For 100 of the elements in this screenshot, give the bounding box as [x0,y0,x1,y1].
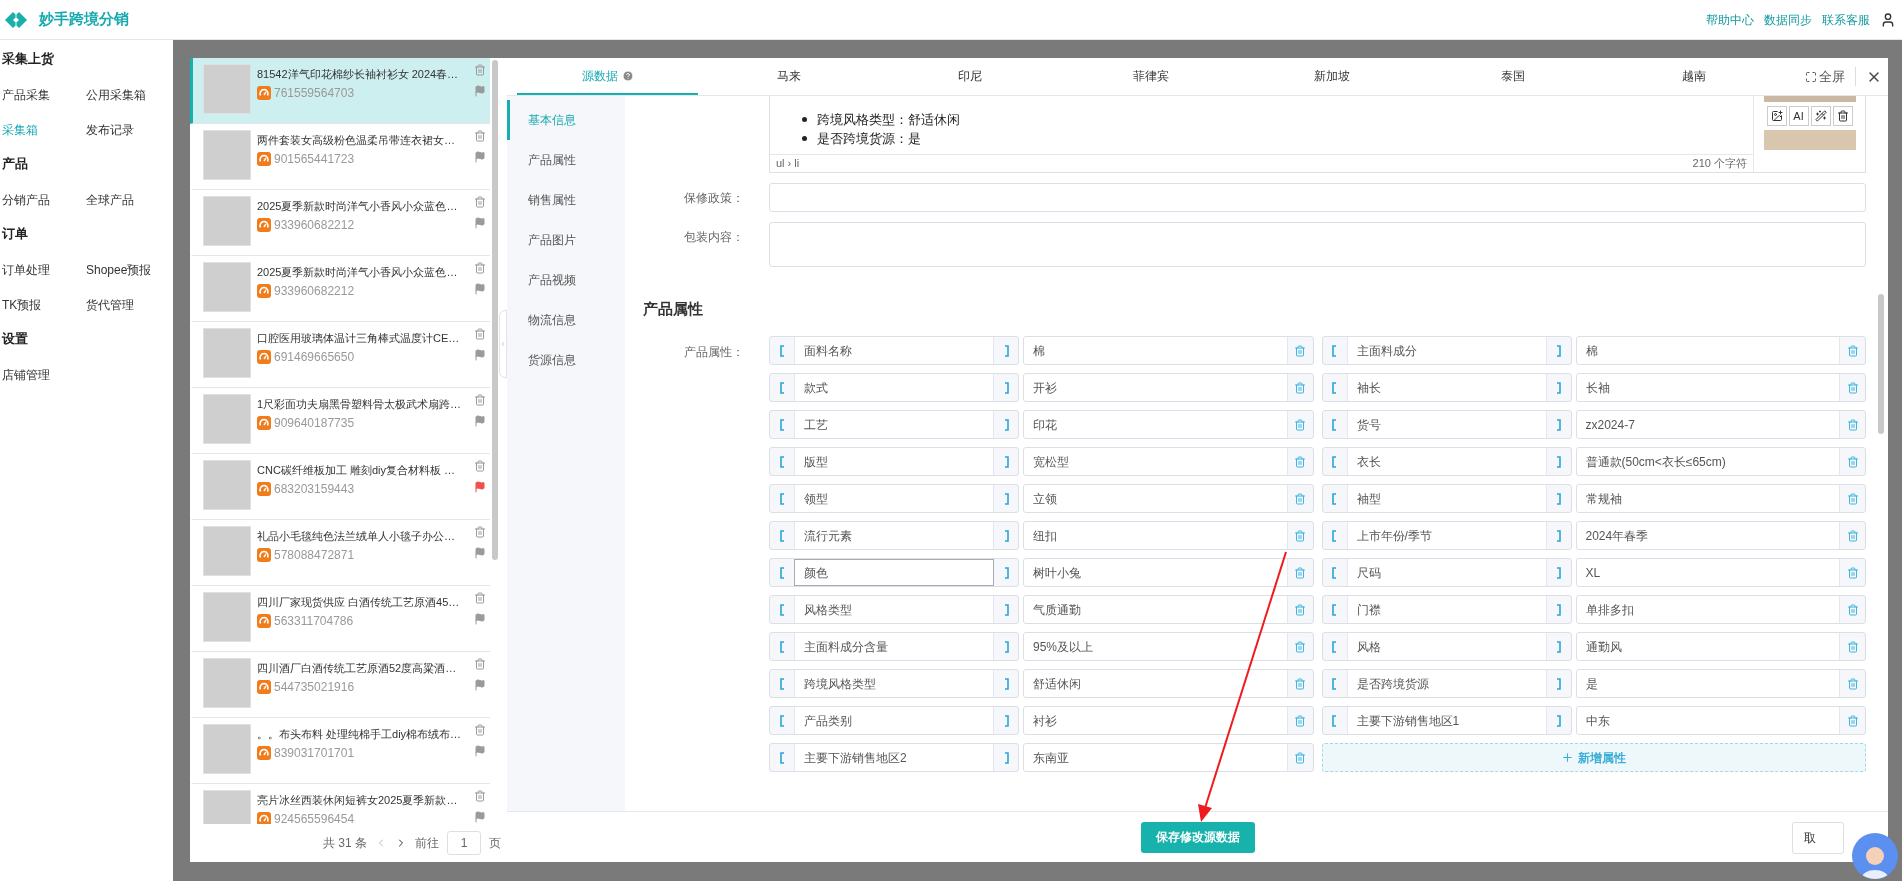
page-field[interactable]: 1 [447,831,481,855]
attribute-value-field[interactable]: 长袖 [1576,374,1839,401]
nav-item[interactable]: 产品属性 [507,140,625,180]
trash-icon[interactable] [473,64,486,76]
nav-item[interactable]: 销售属性 [507,180,625,220]
attribute-value-field[interactable]: 气质通勤 [1024,596,1287,623]
sidebar-item[interactable]: Shopee预报 [86,260,152,279]
cancel-button[interactable]: 取 [1792,822,1844,854]
nav-item[interactable]: 货源信息 [507,340,625,380]
flag-icon[interactable] [473,811,486,823]
trash-icon[interactable] [473,328,486,340]
attribute-value-field[interactable]: 树叶小兔 [1024,559,1287,586]
flag-icon[interactable] [473,151,486,163]
nav-item[interactable]: 产品视频 [507,260,625,300]
collapse-handle[interactable] [499,310,507,378]
header-link[interactable]: 数据同步 [1764,10,1812,29]
sidebar-item[interactable]: 产品采集 [2,85,50,104]
sidebar-item[interactable]: 发布记录 [86,120,134,139]
trash-icon[interactable] [473,790,486,802]
attribute-name-field[interactable]: 工艺 [794,411,994,438]
attribute-value-field[interactable]: 单排多扣 [1576,596,1839,623]
attribute-value-field[interactable]: 棉 [1024,337,1287,364]
flag-icon[interactable] [473,679,486,691]
attribute-value-field[interactable]: 东南亚 [1024,744,1287,771]
attribute-name-field[interactable]: 上市年份/季节 [1346,522,1547,549]
attribute-value-field[interactable]: 纽扣 [1024,522,1287,549]
delete-image-button[interactable] [1832,106,1853,126]
tab[interactable]: 越南 [1603,58,1785,95]
trash-icon[interactable] [473,658,486,670]
user-icon[interactable] [1880,11,1896,28]
attribute-value-field[interactable]: 常规袖 [1576,485,1839,512]
trash-icon[interactable] [473,460,486,472]
scrollbar[interactable] [492,60,498,560]
flag-icon[interactable] [473,415,486,427]
flag-icon[interactable] [473,217,486,229]
tab[interactable]: 马来 [698,58,880,95]
attribute-name-field[interactable]: 产品类别 [794,707,994,734]
sidebar-item[interactable]: 分销产品 [2,190,50,209]
product-list-item[interactable]: 81542洋气印花棉纱长袖衬衫女 2024春… 761559564703 [190,58,490,124]
attribute-name-field[interactable]: 货号 [1346,411,1547,438]
attribute-value-field[interactable]: 开衫 [1024,374,1287,401]
attribute-name-field[interactable]: 尺码 [1346,559,1547,586]
attribute-value-field[interactable]: 通勤风 [1576,633,1839,660]
attribute-value-field[interactable]: 棉 [1576,337,1839,364]
attribute-name-field[interactable]: 跨境风格类型 [794,670,994,697]
attribute-value-field[interactable]: 是 [1576,670,1839,697]
sidebar-item[interactable]: 店铺管理 [2,365,50,384]
attribute-name-field[interactable]: 主要下游销售地区1 [1346,707,1547,734]
magic-wand-button[interactable] [1810,106,1831,126]
tab[interactable]: 菲律宾 [1060,58,1242,95]
trash-icon[interactable] [473,592,486,604]
nav-item[interactable]: 物流信息 [507,300,625,340]
trash-icon[interactable] [473,526,486,538]
attribute-name-field[interactable]: 款式 [794,374,994,401]
attribute-name-field[interactable]: 袖型 [1346,485,1547,512]
attribute-name-field[interactable]: 颜色 [794,559,994,586]
flag-icon[interactable] [473,283,486,295]
flag-icon[interactable] [473,547,486,559]
attribute-value-field[interactable]: 舒适休闲 [1024,670,1287,697]
attribute-name-field[interactable]: 风格 [1346,633,1547,660]
flag-icon[interactable] [473,349,486,361]
sidebar-item[interactable]: 公用采集箱 [86,85,146,104]
attribute-name-field[interactable]: 是否跨境货源 [1346,670,1547,697]
flag-icon[interactable] [473,745,486,757]
attribute-name-field[interactable]: 风格类型 [794,596,994,623]
trash-icon[interactable] [473,130,486,142]
attribute-name-field[interactable]: 门襟 [1346,596,1547,623]
attribute-value-field[interactable]: 印花 [1024,411,1287,438]
attribute-name-field[interactable]: 面料名称 [794,337,994,364]
attribute-name-field[interactable]: 袖长 [1346,374,1547,401]
trash-icon[interactable] [473,196,486,208]
attribute-name-field[interactable]: 主面料成分含量 [794,633,994,660]
rich-text-content[interactable]: 跨境风格类型：舒适休闲 是否跨境货源：是 [770,96,1753,154]
attribute-value-field[interactable]: 95%及以上 [1024,633,1287,660]
attribute-value-field[interactable]: 宽松型 [1024,448,1287,475]
attribute-name-field[interactable]: 版型 [794,448,994,475]
scrollbar[interactable] [1878,294,1884,434]
tab[interactable]: 泰国 [1422,58,1604,95]
attribute-name-field[interactable]: 衣长 [1346,448,1547,475]
sidebar-item[interactable]: 货代管理 [86,295,134,314]
tab[interactable]: 新加坡 [1241,58,1423,95]
attribute-name-field[interactable]: 流行元素 [794,522,994,549]
header-link[interactable]: 帮助中心 [1706,10,1754,29]
attribute-name-field[interactable]: 主要下游销售地区2 [794,744,994,771]
attribute-value-field[interactable]: 2024年春季 [1576,522,1839,549]
image-button[interactable] [1766,106,1787,126]
tab[interactable]: 印尼 [879,58,1061,95]
attribute-value-field[interactable]: 普通款(50cm<衣长≤65cm) [1576,448,1839,475]
trash-icon[interactable] [473,262,486,274]
fullscreen-button[interactable]: 全屏 [1805,58,1845,95]
attribute-value-field[interactable]: 立领 [1024,485,1287,512]
sidebar-item[interactable]: TK预报 [2,295,42,314]
flag-icon[interactable] [473,613,486,625]
attribute-name-field[interactable]: 领型 [794,485,994,512]
attribute-value-field[interactable]: 中东 [1576,707,1839,734]
header-link[interactable]: 联系客服 [1822,10,1870,29]
sidebar-item[interactable]: 全球产品 [86,190,134,209]
nav-item[interactable]: 产品图片 [507,220,625,260]
flag-icon[interactable] [473,85,486,97]
trash-icon[interactable] [473,394,486,406]
